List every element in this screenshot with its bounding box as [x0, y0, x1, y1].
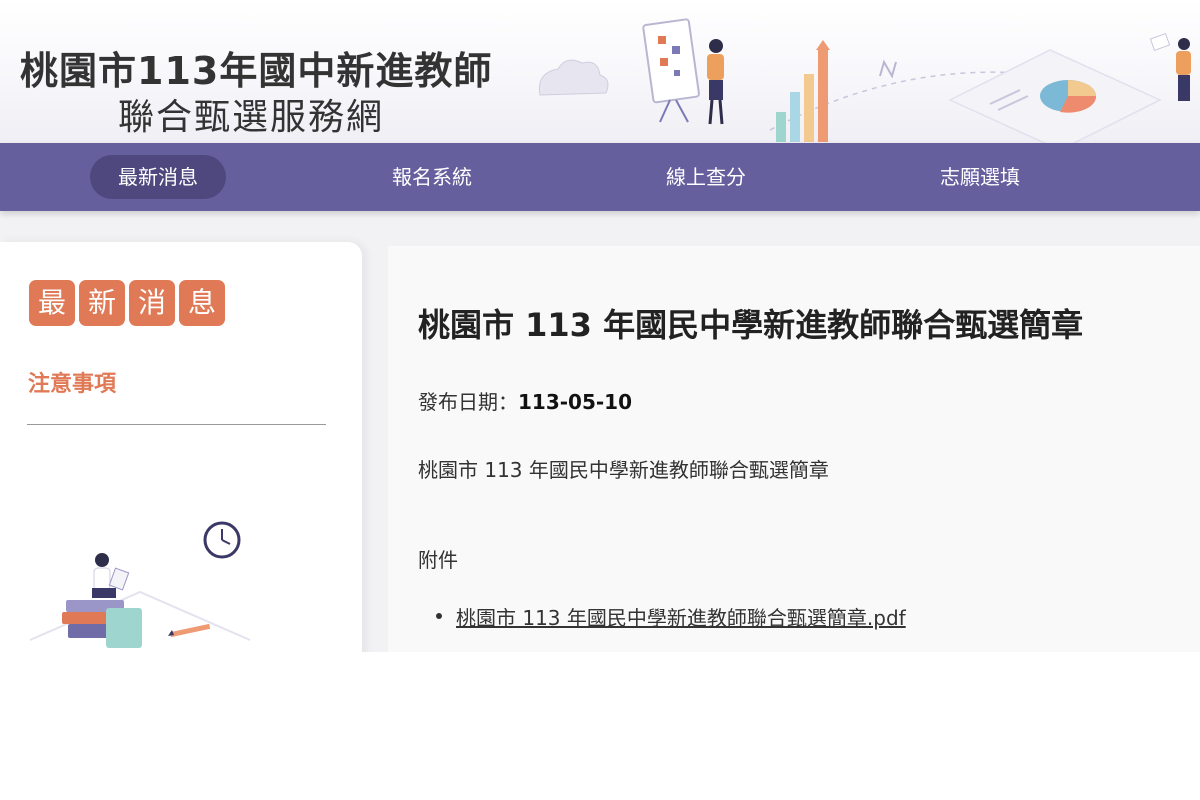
- heading-tile: 最: [29, 280, 75, 326]
- site-title-line2[interactable]: 聯合甄選服務網: [118, 88, 384, 140]
- publish-date: 發布日期：113-05-10: [418, 386, 632, 415]
- publish-date-value: 113-05-10: [518, 390, 633, 414]
- nav-item-latest-news[interactable]: 最新消息: [90, 155, 226, 199]
- heading-tile: 消: [129, 280, 175, 326]
- pie-chart-icon: [948, 49, 1162, 150]
- clock-icon: [203, 521, 241, 559]
- article-summary: 桃園市 113 年國民中學新進教師聯合甄選簡章: [418, 458, 829, 482]
- page-viewport: 桃園市113年國中新進教師 聯合甄選服務網 最新消息 報名系統 線上查分 志願選…: [0, 0, 1200, 652]
- header-illustration: [538, 18, 1191, 150]
- sidebar-heading: 最 新 消 息: [29, 280, 225, 326]
- publish-date-label: 發布日期：: [418, 390, 518, 414]
- heading-tile: 息: [179, 280, 225, 326]
- attachments-label: 附件: [418, 548, 458, 572]
- article-title: 桃園市 113 年國民中學新進教師聯合甄選簡章: [418, 306, 1084, 344]
- sidebar-link-notices[interactable]: 注意事項: [28, 366, 116, 398]
- heading-tile: 新: [79, 280, 125, 326]
- article-panel: 桃園市 113 年國民中學新進教師聯合甄選簡章 發布日期：113-05-10 桃…: [388, 246, 1200, 652]
- attachments-list: 桃園市 113 年國民中學新進教師聯合甄選簡章.pdf: [436, 602, 906, 631]
- sidebar-illustration: [29, 521, 251, 648]
- sidebar-divider: [27, 424, 326, 425]
- site-header: 桃園市113年國中新進教師 聯合甄選服務網: [0, 0, 1200, 150]
- presentation-board-icon: [642, 18, 700, 123]
- nav-item-preference-selection[interactable]: 志願選填: [912, 155, 1048, 199]
- cloud-icon: [538, 59, 609, 96]
- site-title-line1[interactable]: 桃園市113年國中新進教師: [20, 40, 492, 95]
- sidebar: 最 新 消 息 注意事項: [0, 242, 362, 652]
- nav-item-score-inquiry[interactable]: 線上查分: [638, 155, 774, 199]
- pencil-icon: [168, 623, 211, 638]
- attachment-link-pdf[interactable]: 桃園市 113 年國民中學新進教師聯合甄選簡章.pdf: [456, 606, 906, 630]
- list-item: 桃園市 113 年國民中學新進教師聯合甄選簡章.pdf: [436, 602, 906, 631]
- nav-item-registration[interactable]: 報名系統: [364, 155, 500, 199]
- main-nav: 最新消息 報名系統 線上查分 志願選填: [0, 143, 1200, 211]
- bar-chart-icon: [776, 40, 830, 142]
